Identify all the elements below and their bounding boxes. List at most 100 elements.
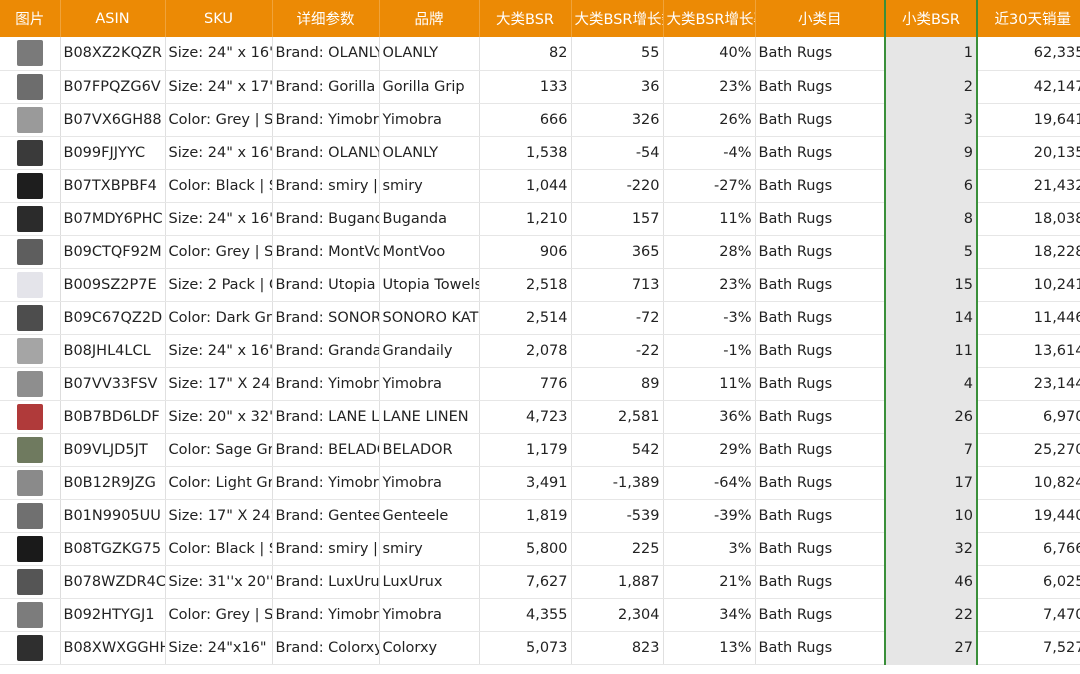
cell-subcategory[interactable]: Bath Rugs	[755, 499, 886, 533]
product-thumbnail[interactable]	[0, 367, 61, 401]
cell-asin[interactable]: B092HTYGJ1	[60, 598, 166, 632]
table-row[interactable]: B0B7BD6LDFSize: 20" x 32" Pack:Brand: LA…	[0, 400, 1080, 434]
cell-sub-bsr[interactable]: 26	[885, 400, 978, 434]
cell-bsr[interactable]: 1,819	[478, 499, 572, 533]
cell-bsr-growth[interactable]: 365	[571, 235, 664, 269]
cell-bsr-growth[interactable]: 1,887	[571, 565, 664, 599]
cell-sku[interactable]: Color: Grey | Size: 24"	[165, 598, 273, 632]
col-header-params[interactable]: 详细参数	[272, 0, 380, 37]
cell-sku[interactable]: Color: Grey | Size: 24"	[165, 235, 273, 269]
table-row[interactable]: B099FJJYYCSize: 24" x 16" | Color:Brand:…	[0, 136, 1080, 170]
cell-brand[interactable]: MontVoo	[379, 235, 480, 269]
table-row[interactable]: B09C67QZ2DColor: Dark Grey | Size:Brand:…	[0, 301, 1080, 335]
product-thumbnail[interactable]	[0, 532, 61, 566]
cell-sales-30d[interactable]: 6,025	[977, 565, 1080, 599]
cell-sales-30d[interactable]: 25,270	[977, 433, 1080, 467]
cell-sub-bsr[interactable]: 11	[885, 334, 978, 368]
cell-sub-bsr[interactable]: 5	[885, 235, 978, 269]
cell-bsr-rate[interactable]: 29%	[663, 433, 756, 467]
cell-sales-30d[interactable]: 6,970	[977, 400, 1080, 434]
cell-sku[interactable]: Color: Black | Size: 24"	[165, 532, 273, 566]
cell-sub-bsr[interactable]: 17	[885, 466, 978, 500]
cell-bsr-growth[interactable]: 326	[571, 103, 664, 137]
cell-subcategory[interactable]: Bath Rugs	[755, 136, 886, 170]
cell-sub-bsr[interactable]: 3	[885, 103, 978, 137]
cell-sales-30d[interactable]: 13,614	[977, 334, 1080, 368]
cell-bsr[interactable]: 5,073	[478, 631, 572, 665]
cell-bsr[interactable]: 2,078	[478, 334, 572, 368]
cell-sub-bsr[interactable]: 15	[885, 268, 978, 302]
cell-bsr-rate[interactable]: 34%	[663, 598, 756, 632]
product-thumbnail[interactable]	[0, 37, 61, 71]
cell-bsr-rate[interactable]: 40%	[663, 37, 756, 71]
cell-sales-30d[interactable]: 19,641	[977, 103, 1080, 137]
cell-sales-30d[interactable]: 18,038	[977, 202, 1080, 236]
cell-sku[interactable]: Color: Black | Size: 24"	[165, 169, 273, 203]
table-row[interactable]: B07FPQZG6VSize: 24" x 17" | Color:Brand:…	[0, 70, 1080, 104]
cell-bsr[interactable]: 3,491	[478, 466, 572, 500]
cell-asin[interactable]: B0B12R9JZG	[60, 466, 166, 500]
cell-subcategory[interactable]: Bath Rugs	[755, 301, 886, 335]
product-thumbnail[interactable]	[0, 268, 61, 302]
cell-bsr-rate[interactable]: 11%	[663, 202, 756, 236]
product-thumbnail[interactable]	[0, 400, 61, 434]
cell-bsr-rate[interactable]: 26%	[663, 103, 756, 137]
cell-asin[interactable]: B07FPQZG6V	[60, 70, 166, 104]
cell-sales-30d[interactable]: 21,432	[977, 169, 1080, 203]
cell-subcategory[interactable]: Bath Rugs	[755, 532, 886, 566]
table-row[interactable]: B07MDY6PHCSize: 24" x 16" | Color:Brand:…	[0, 202, 1080, 236]
cell-subcategory[interactable]: Bath Rugs	[755, 103, 886, 137]
cell-bsr-growth[interactable]: 36	[571, 70, 664, 104]
cell-brand[interactable]: smiry	[379, 532, 480, 566]
cell-bsr-growth[interactable]: 823	[571, 631, 664, 665]
cell-params[interactable]: Brand: smiry | Size	[272, 169, 380, 203]
cell-sales-30d[interactable]: 7,470	[977, 598, 1080, 632]
table-row[interactable]: B09CTQF92MColor: Grey | Size: 24"Brand: …	[0, 235, 1080, 269]
cell-params[interactable]: Brand: Yimobra | Size	[272, 367, 380, 401]
cell-bsr[interactable]: 776	[478, 367, 572, 401]
table-row[interactable]: B07VX6GH88Color: Grey | Size: 24"Brand: …	[0, 103, 1080, 137]
cell-asin[interactable]: B0B7BD6LDF	[60, 400, 166, 434]
cell-subcategory[interactable]: Bath Rugs	[755, 169, 886, 203]
cell-params[interactable]: Brand: SONORO KATE	[272, 301, 380, 335]
cell-bsr-rate[interactable]: 36%	[663, 400, 756, 434]
cell-brand[interactable]: Yimobra	[379, 466, 480, 500]
product-thumbnail[interactable]	[0, 499, 61, 533]
cell-subcategory[interactable]: Bath Rugs	[755, 565, 886, 599]
product-thumbnail[interactable]	[0, 631, 61, 665]
cell-asin[interactable]: B08JHL4LCL	[60, 334, 166, 368]
product-thumbnail[interactable]	[0, 136, 61, 170]
product-thumbnail[interactable]	[0, 433, 61, 467]
col-header-subcategory[interactable]: 小类目	[755, 0, 886, 37]
table-row[interactable]: B092HTYGJ1Color: Grey | Size: 24"Brand: …	[0, 598, 1080, 632]
cell-bsr-growth[interactable]: 713	[571, 268, 664, 302]
cell-asin[interactable]: B09CTQF92M	[60, 235, 166, 269]
table-row[interactable]: B01N9905UUSize: 17" X 24" | Color:Brand:…	[0, 499, 1080, 533]
cell-bsr-rate[interactable]: -4%	[663, 136, 756, 170]
cell-subcategory[interactable]: Bath Rugs	[755, 268, 886, 302]
cell-sub-bsr[interactable]: 27	[885, 631, 978, 665]
cell-bsr-growth[interactable]: 2,304	[571, 598, 664, 632]
cell-sales-30d[interactable]: 42,147	[977, 70, 1080, 104]
product-thumbnail[interactable]	[0, 70, 61, 104]
cell-bsr[interactable]: 82	[478, 37, 572, 71]
cell-subcategory[interactable]: Bath Rugs	[755, 202, 886, 236]
cell-brand[interactable]: BELADOR	[379, 433, 480, 467]
cell-params[interactable]: Brand: Colorxy | Size	[272, 631, 380, 665]
cell-bsr-growth[interactable]: 55	[571, 37, 664, 71]
cell-subcategory[interactable]: Bath Rugs	[755, 433, 886, 467]
cell-bsr[interactable]: 1,179	[478, 433, 572, 467]
cell-asin[interactable]: B07VV33FSV	[60, 367, 166, 401]
product-thumbnail[interactable]	[0, 466, 61, 500]
cell-bsr-growth[interactable]: -54	[571, 136, 664, 170]
cell-sub-bsr[interactable]: 7	[885, 433, 978, 467]
cell-params[interactable]: Brand: OLANLY | Size	[272, 37, 380, 71]
col-header-brand[interactable]: 品牌	[379, 0, 480, 37]
cell-bsr[interactable]: 666	[478, 103, 572, 137]
col-header-image[interactable]: 图片	[0, 0, 61, 37]
cell-bsr-growth[interactable]: 225	[571, 532, 664, 566]
cell-bsr-growth[interactable]: -22	[571, 334, 664, 368]
cell-brand[interactable]: Yimobra	[379, 103, 480, 137]
cell-params[interactable]: Brand: LANE LINEN	[272, 400, 380, 434]
cell-sku[interactable]: Color: Dark Grey | Size:	[165, 301, 273, 335]
